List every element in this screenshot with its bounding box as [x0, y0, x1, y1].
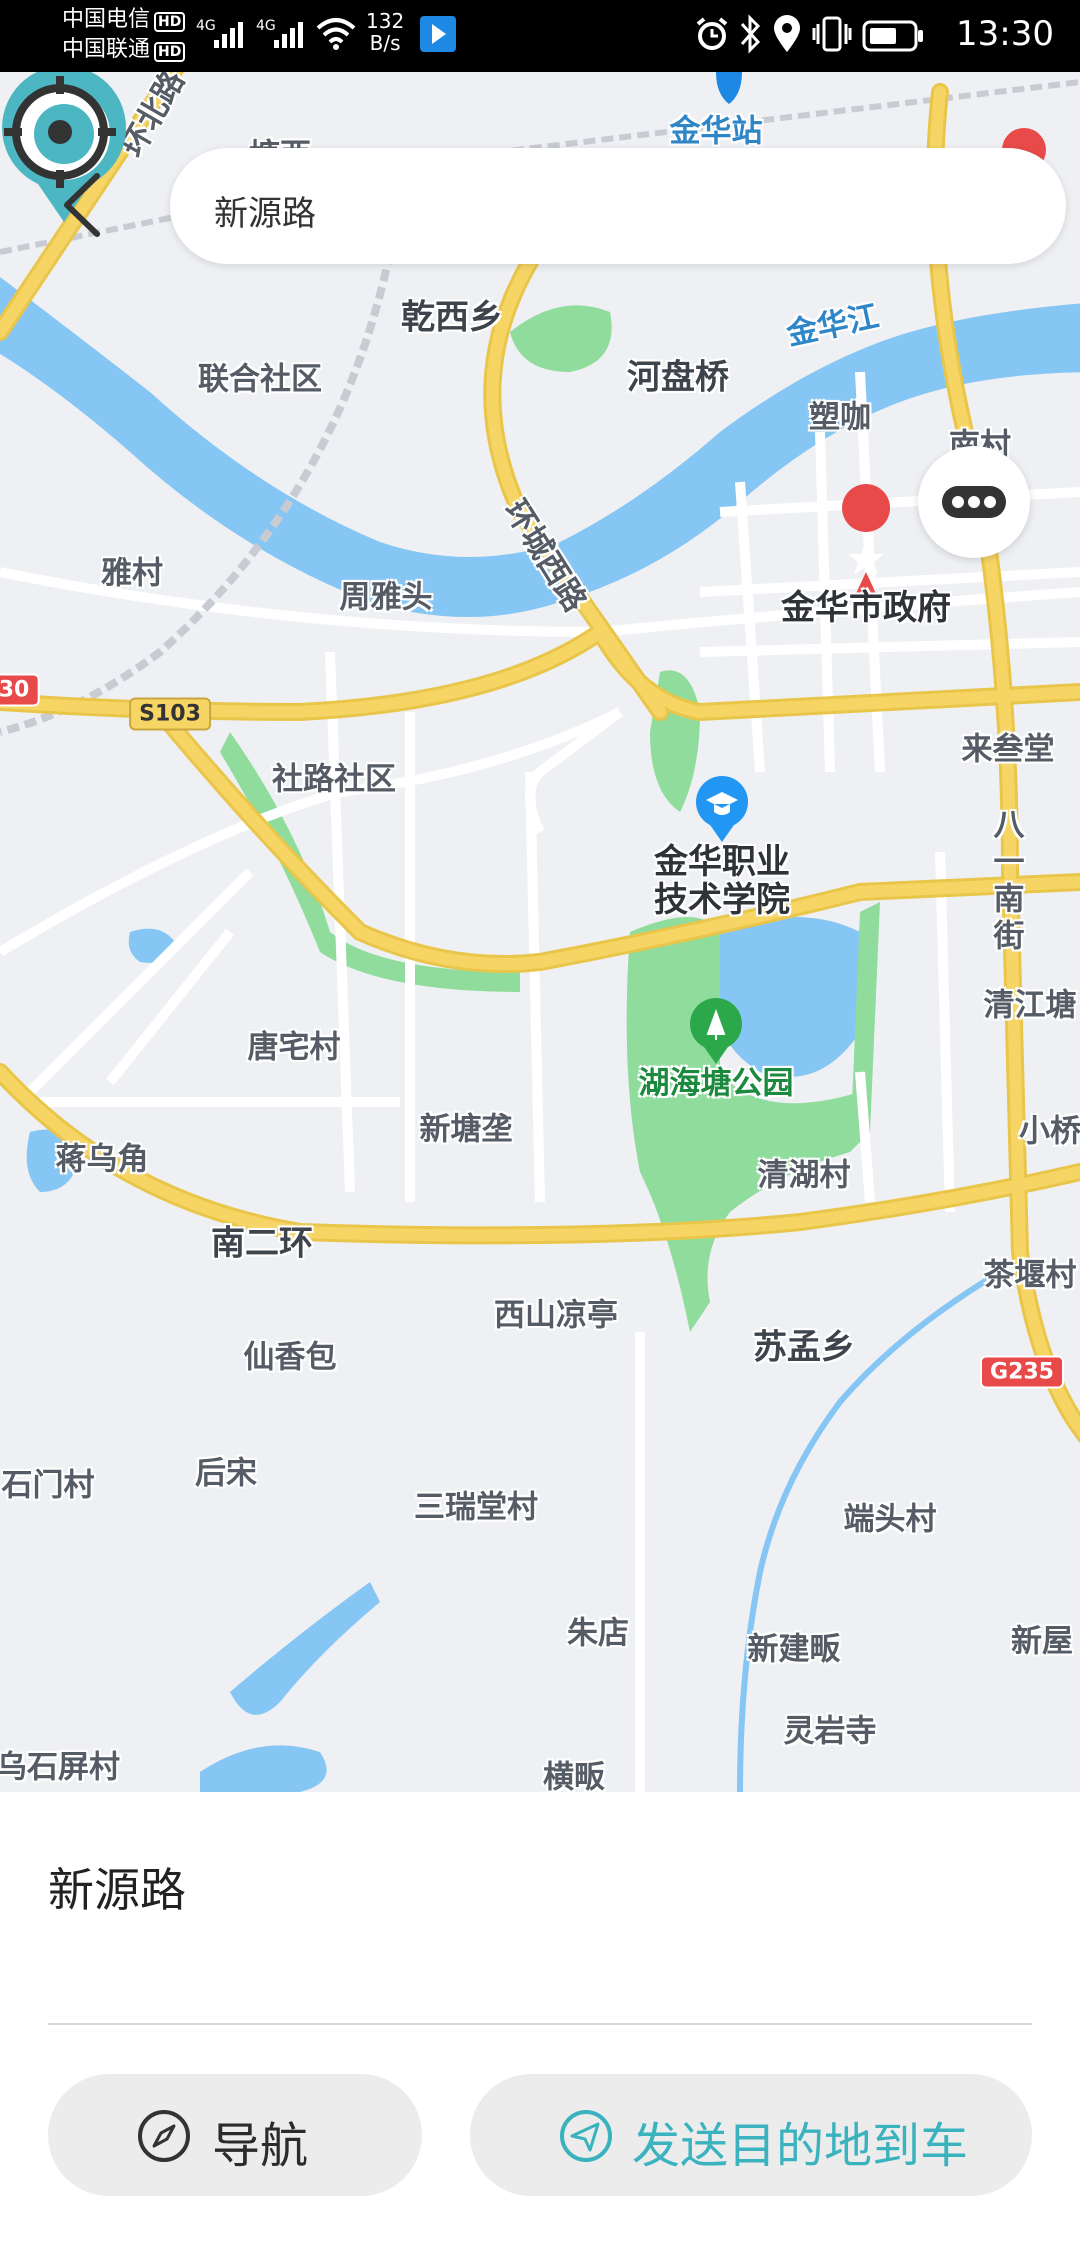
label-xinjianfan: 新建畈: [747, 1631, 841, 1668]
label-hengfan: 横畈: [543, 1759, 605, 1793]
send-to-car-label: 发送目的地到车: [632, 2118, 969, 2174]
label-huhaitang-park[interactable]: 湖海塘公园: [639, 1058, 794, 1103]
label-sanruitang: 三瑞堂村: [414, 1489, 538, 1526]
divider: [48, 2023, 1032, 2025]
status-bar: 中国电信 HD 中国联通 HD 4G 4G 132 B/s 13:30: [0, 0, 1080, 72]
label-jinhua-vocational-1[interactable]: 金华职业: [654, 843, 790, 881]
label-xintanglong: 新塘垄: [419, 1111, 513, 1148]
compass-icon: [138, 2110, 190, 2162]
label-shimen: 石门村: [1, 1467, 95, 1504]
search-input[interactable]: 新源路: [170, 148, 1066, 264]
label-xiaoqiao: 小桥: [1019, 1113, 1080, 1150]
label-bayi-south-street: 八一南街: [987, 808, 1024, 956]
label-jinhua-station[interactable]: 金华站: [670, 106, 763, 151]
label-xishanliangting: 西山凉亭: [494, 1297, 618, 1334]
vibrate-icon: [812, 16, 852, 52]
label-tangzhai: 唐宅村: [247, 1029, 341, 1066]
back-chevron-icon: [64, 173, 100, 237]
label-shelu: 社路社区: [272, 761, 396, 798]
major-roads: [0, 72, 1080, 1439]
label-zhudian: 朱店: [567, 1615, 629, 1652]
signal-icon-2: [274, 22, 303, 48]
label-suka: 塑咖: [809, 399, 871, 436]
map-view[interactable]: S103 G235 30 金华站 乾西乡 联合社区 河盘桥 金华江 塑咖 雅村 …: [0, 72, 1080, 1792]
reservoir-1: [230, 1582, 380, 1715]
label-zhouyatou: 周雅头: [339, 579, 433, 616]
label-xianxiangbao: 仙香包: [243, 1339, 337, 1376]
network-speed: 132 B/s: [366, 9, 405, 55]
label-qingjiangtang: 清江塘: [983, 987, 1077, 1024]
send-arrow-icon: [560, 2110, 612, 2162]
label-qianxi: 乾西乡: [401, 297, 503, 338]
carrier-1: 中国电信 HD: [62, 8, 186, 32]
lake-huhaitang: [714, 917, 870, 1077]
bluetooth-icon: [740, 14, 761, 54]
alarm-icon: [696, 17, 728, 50]
road-shield-30: 30: [0, 673, 40, 707]
label-laisantang: 来叁堂: [961, 731, 1055, 768]
back-button[interactable]: [55, 170, 115, 240]
signal-icon-1: [214, 22, 243, 48]
major-roads-outline: [0, 72, 1080, 1444]
location-icon: [774, 15, 800, 52]
label-city-government[interactable]: 金华市政府: [781, 589, 951, 627]
destination-title: 新源路: [48, 1863, 186, 1917]
label-housong: 后宋: [195, 1455, 257, 1492]
road-shield-s103: S103: [129, 697, 211, 731]
label-hepanqiao: 河盘桥: [627, 357, 729, 398]
label-xinwu: 新屋: [1011, 1623, 1073, 1660]
road-shield-g235: G235: [980, 1355, 1064, 1389]
wifi-icon: [316, 18, 356, 50]
label-jinhua-vocational-2[interactable]: 技术学院: [654, 881, 790, 919]
battery-icon: [862, 20, 923, 52]
label-chayan: 茶堰村: [983, 1257, 1077, 1294]
label-nanerhuan: 南二环: [211, 1223, 313, 1264]
school-cap-icon[interactable]: [696, 776, 748, 842]
label-wushiping: 乌石屏村: [0, 1749, 120, 1786]
search-text: 新源路: [214, 194, 316, 234]
park-qianxi: [510, 305, 612, 372]
label-yacun: 雅村: [101, 555, 163, 592]
train-station-icon[interactable]: [716, 72, 742, 104]
navigate-label: 导航: [212, 2118, 309, 2174]
label-qinghu: 清湖村: [757, 1157, 851, 1194]
label-lianhe: 联合社区: [198, 361, 322, 398]
label-lingyansi: 灵岩寺: [783, 1713, 877, 1750]
carrier-2: 中国联通 HD: [62, 38, 186, 62]
reservoir-2: [200, 1745, 327, 1792]
navigate-button[interactable]: 导航: [48, 2074, 422, 2196]
send-to-car-button[interactable]: 发送目的地到车: [470, 2074, 1032, 2196]
label-sumeng: 苏孟乡: [753, 1327, 855, 1368]
label-duantou: 端头村: [843, 1501, 937, 1538]
bottom-panel: 新源路 导航 发送目的地到车: [0, 1792, 1080, 2244]
label-jiangwujiao: 蒋乌角: [55, 1141, 149, 1178]
app-notification-icon: [420, 16, 456, 52]
clock: 13:30: [956, 14, 1054, 54]
more-options-button[interactable]: [918, 446, 1030, 558]
more-dots-icon: [942, 486, 1006, 518]
